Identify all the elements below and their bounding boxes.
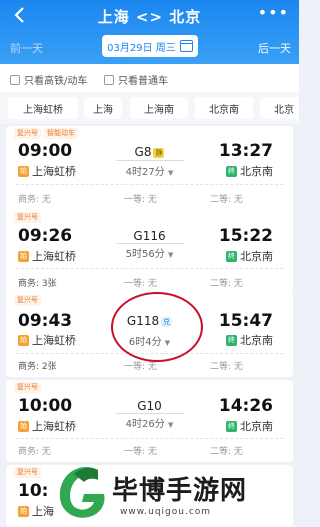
- filter-highspeed[interactable]: 只看高铁/动车: [10, 72, 87, 87]
- seat-business: 商务: 2张: [18, 362, 57, 372]
- next-day-button[interactable]: 后一天: [258, 40, 291, 56]
- watermark: 毕博手游网 www.uqigou.com: [54, 462, 294, 526]
- seat-first: 一等: 无: [124, 195, 157, 205]
- station-chip[interactable]: 上海南: [130, 97, 188, 119]
- smart-emu-badge: 智能动车: [44, 128, 78, 139]
- filter-label: 只看高铁/动车: [24, 76, 88, 87]
- duration-line: [116, 413, 184, 414]
- seat-second: 二等: 无: [210, 279, 243, 289]
- station-chip-row: 上海虹桥 上海 上海南 北京南 北京: [0, 92, 299, 124]
- to-station: 终 北京南: [226, 418, 273, 434]
- arrival-time: 14:26: [218, 396, 273, 416]
- prev-day-button[interactable]: 前一天: [10, 40, 43, 56]
- caret-down-icon: ▼: [167, 421, 174, 429]
- to-station-label: 北京南: [240, 250, 273, 263]
- highlight-circle: [111, 292, 203, 362]
- checkbox-icon[interactable]: [10, 74, 20, 85]
- duration-label: 5时56分: [125, 249, 165, 260]
- watermark-url: www.uqigou.com: [120, 507, 212, 517]
- route-title[interactable]: 上海 <> 北京: [0, 6, 299, 27]
- train-card[interactable]: 复兴号 10:00 始 上海虹桥 G10 4时26分 ▼ 14:26 终 北京南…: [6, 380, 293, 462]
- train-card[interactable]: 复兴号 09:26 始 上海虹桥 G116 5时56分 ▼ 15:22 终 北京…: [6, 210, 293, 296]
- from-station: 始 上海: [18, 503, 54, 519]
- seat-first: 一等: 无: [124, 279, 157, 289]
- seat-first: 一等: 无: [124, 447, 157, 457]
- arrival-time: 15:47: [218, 311, 273, 331]
- calendar-icon: [179, 40, 193, 52]
- filter-normal[interactable]: 只看普通车: [104, 72, 168, 87]
- end-tag: 终: [226, 334, 237, 346]
- watermark-text: 毕博手游网: [112, 476, 248, 506]
- fuxing-badge: 复兴号: [14, 382, 41, 393]
- date-selector[interactable]: 03月29日 周三: [102, 35, 198, 57]
- watermark-logo-icon: [59, 466, 105, 518]
- arrival-time: 13:27: [218, 141, 273, 161]
- end-tag: 终: [226, 420, 237, 432]
- to-station: 终 北京南: [226, 332, 273, 348]
- train-number-label: G8: [134, 145, 152, 159]
- to-station: 终 北京南: [226, 248, 273, 264]
- train-card[interactable]: 复兴号 智能动车 09:00 始 上海虹桥 G8 静 4时27分 ▼ 13:27 …: [6, 126, 293, 215]
- fuxing-badge: 复兴号: [14, 467, 41, 478]
- caret-down-icon: ▼: [167, 169, 174, 177]
- duration-label: 4时27分: [125, 167, 165, 178]
- fuxing-badge: 复兴号: [14, 295, 41, 306]
- seat-second: 二等: 无: [210, 447, 243, 457]
- seat-business: 商务: 无: [18, 447, 51, 457]
- departure-time: 10:: [18, 481, 49, 501]
- fuxing-badge: 复兴号: [14, 128, 41, 139]
- duration-line: [116, 243, 184, 244]
- filter-label: 只看普通车: [118, 76, 168, 87]
- start-tag: 始: [18, 505, 29, 517]
- seat-second: 二等: 无: [210, 362, 243, 372]
- to-station: 终 北京南: [226, 163, 273, 179]
- top-bar: 上海 <> 北京 ••• 前一天 03月29日 周三 后一天: [0, 0, 299, 64]
- seat-second: 二等: 无: [210, 195, 243, 205]
- seat-business: 商务: 无: [18, 195, 51, 205]
- station-chip[interactable]: 北京南: [195, 97, 253, 119]
- duration-line: [116, 160, 184, 161]
- train-badge: 静: [153, 148, 165, 158]
- to-station-label: 北京南: [240, 420, 273, 433]
- checkbox-icon[interactable]: [104, 74, 114, 85]
- to-station-label: 北京南: [240, 165, 273, 178]
- station-chip[interactable]: 上海虹桥: [8, 97, 78, 119]
- station-chip[interactable]: 上海: [84, 97, 122, 119]
- fuxing-badge: 复兴号: [14, 212, 41, 223]
- end-tag: 终: [226, 165, 237, 177]
- to-station-label: 北京南: [240, 334, 273, 347]
- duration-label: 4时26分: [125, 419, 165, 430]
- caret-down-icon: ▼: [167, 251, 174, 259]
- end-tag: 终: [226, 250, 237, 262]
- more-menu-icon[interactable]: •••: [258, 3, 289, 22]
- date-label: 03月29日 周三: [107, 42, 176, 54]
- station-chip[interactable]: 北京: [260, 97, 299, 119]
- from-station-label: 上海: [32, 505, 54, 518]
- divider: [16, 268, 283, 269]
- arrival-time: 15:22: [218, 226, 273, 246]
- divider: [16, 184, 283, 185]
- seat-business: 商务: 3张: [18, 279, 57, 289]
- divider: [16, 438, 283, 439]
- filter-bar: 只看高铁/动车 只看普通车: [0, 64, 299, 92]
